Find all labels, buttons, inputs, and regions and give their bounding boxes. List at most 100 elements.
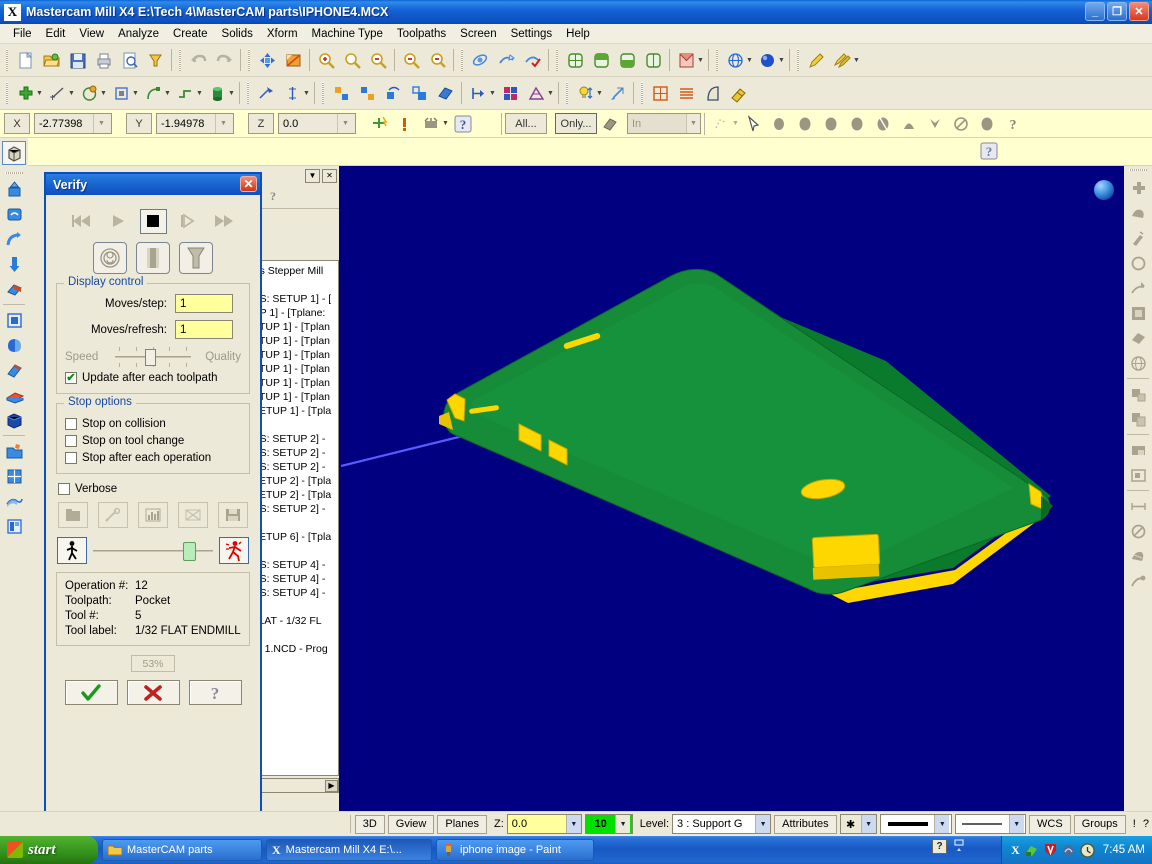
toolbar-grip[interactable] — [177, 49, 183, 71]
line-style-combo[interactable]: ▼ — [954, 814, 1027, 834]
toolbar-grip[interactable] — [554, 49, 560, 71]
x-coordinate-field[interactable]: ▼ — [34, 113, 112, 134]
tree-item[interactable]: CS: SETUP 2] - — [252, 432, 338, 446]
create-line-icon[interactable] — [44, 80, 70, 106]
tree-item[interactable] — [252, 544, 338, 558]
gview-button[interactable]: Gview — [387, 814, 435, 834]
toolbar-grip[interactable] — [4, 82, 10, 104]
rewind-icon[interactable] — [68, 209, 96, 233]
chevron-down-icon[interactable]: ▼ — [215, 114, 231, 133]
tree-item[interactable]: ETUP 1] - [Tplan — [252, 376, 338, 390]
tree-item[interactable] — [252, 278, 338, 292]
menu-help[interactable]: Help — [559, 26, 597, 42]
toolbar-grip[interactable] — [320, 82, 326, 104]
speed-quality-slider[interactable] — [115, 346, 191, 368]
select-vector-icon[interactable] — [922, 111, 948, 137]
toolpath-surface-icon[interactable] — [1126, 301, 1150, 325]
taskbar-item-mastercam-mill[interactable]: X Mastercam Mill X4 E:\... — [266, 839, 432, 861]
save-stock-icon[interactable] — [218, 502, 248, 528]
dynamic-rotate-icon[interactable] — [467, 47, 493, 73]
create-arc-icon[interactable] — [76, 80, 102, 106]
tree-item[interactable]: ETUP 1] - [Tplan — [252, 348, 338, 362]
taskbar-item-mastercam-parts[interactable]: MasterCAM parts — [102, 839, 262, 861]
color-combo[interactable]: 10 ▼ — [585, 814, 633, 834]
x-coordinate-input[interactable] — [35, 115, 93, 132]
toolbar-grip[interactable] — [245, 82, 251, 104]
toolbar-grip[interactable] — [564, 82, 570, 104]
undo-icon[interactable] — [185, 47, 211, 73]
wireframe-icon[interactable] — [722, 47, 748, 73]
tree-item[interactable]: FLAT - 1/32 FL — [252, 614, 338, 628]
tree-item[interactable]: CS: SETUP 2] - — [252, 460, 338, 474]
selection-scope-field[interactable]: ▼ — [627, 113, 701, 134]
toolpath-stock-icon[interactable] — [1126, 438, 1150, 462]
create-point-icon[interactable] — [12, 80, 38, 106]
maximize-button[interactable]: ❐ — [1107, 2, 1127, 21]
tree-item[interactable]: CS: SETUP 4] - — [252, 558, 338, 572]
xform-scale-icon[interactable] — [406, 80, 432, 106]
toolbar-grip[interactable] — [4, 49, 10, 71]
gview-face-icon[interactable] — [673, 47, 699, 73]
toolbar-grip[interactable] — [1129, 168, 1147, 173]
zoom-half-icon[interactable] — [424, 47, 450, 73]
chevron-down-icon[interactable]: ▼ — [755, 815, 771, 833]
pencils-icon[interactable] — [829, 47, 855, 73]
select-body-icon[interactable] — [818, 111, 844, 137]
curve-icon[interactable] — [699, 80, 725, 106]
sweep-icon[interactable] — [2, 227, 26, 251]
toolpath-tree[interactable]: xis Stepper Mill CS: SETUP 1] - [ UP 1] … — [249, 260, 339, 776]
menu-xform[interactable]: Xform — [260, 26, 305, 42]
menu-file[interactable]: File — [6, 26, 39, 42]
moves-refresh-input[interactable] — [175, 320, 233, 339]
network-icon[interactable] — [1062, 844, 1075, 857]
close-button[interactable]: ✕ — [1129, 2, 1149, 21]
tool-mode-icon[interactable] — [93, 242, 127, 274]
walk-icon[interactable] — [57, 537, 87, 564]
warning-icon[interactable] — [392, 111, 418, 137]
statusbar-restore-icon[interactable] — [953, 839, 966, 854]
alert-indicator[interactable]: ! — [1133, 818, 1136, 830]
configure-icon[interactable] — [58, 502, 88, 528]
tree-item[interactable]: SETUP 6] - [Tpla — [252, 530, 338, 544]
tree-item[interactable]: SETUP 2] - [Tpla — [252, 488, 338, 502]
select-mask-icon[interactable] — [597, 111, 623, 137]
xform-rotate-icon[interactable] — [380, 80, 406, 106]
stop-on-collision-checkbox[interactable] — [65, 418, 77, 430]
tree-item[interactable]: IP 1.NCD - Prog — [252, 642, 338, 656]
solid-draft-icon[interactable] — [2, 358, 26, 382]
solid-view-icon[interactable] — [2, 141, 26, 165]
solid-pattern-icon[interactable] — [2, 464, 26, 488]
toolbar-grip[interactable] — [639, 82, 645, 104]
create-spline-icon[interactable] — [140, 80, 166, 106]
play-icon[interactable] — [104, 209, 132, 233]
mastercam-tray-icon[interactable]: X — [1011, 843, 1020, 858]
select-all-button[interactable]: All... — [505, 113, 547, 134]
pan-icon[interactable] — [254, 47, 280, 73]
stop-on-collision-row[interactable]: Stop on collision — [65, 418, 241, 430]
panel-close-button[interactable]: ✕ — [322, 168, 337, 183]
toolpath-measure-icon[interactable] — [1126, 494, 1150, 518]
select-none-icon[interactable] — [948, 111, 974, 137]
tree-item[interactable]: ETUP 1] - [Tplan — [252, 320, 338, 334]
stop-icon[interactable] — [139, 208, 167, 234]
toolpath-pocket-icon[interactable] — [1126, 251, 1150, 275]
menu-view[interactable]: View — [72, 26, 111, 42]
toolpath-backplot-icon[interactable] — [1126, 569, 1150, 593]
menu-edit[interactable]: Edit — [39, 26, 73, 42]
menu-screen[interactable]: Screen — [453, 26, 503, 42]
grid-icon[interactable] — [647, 80, 673, 106]
menu-machine-type[interactable]: Machine Type — [305, 26, 390, 42]
select-shape-icon[interactable] — [974, 111, 1000, 137]
print-preview-icon[interactable] — [116, 47, 142, 73]
solid-fillet-icon[interactable] — [2, 277, 26, 301]
chevron-down-icon[interactable]: ▼ — [1008, 815, 1024, 833]
tree-item[interactable]: CS: SETUP 4] - — [252, 586, 338, 600]
toolbar-grip[interactable] — [459, 49, 465, 71]
rotate-check-icon[interactable] — [519, 47, 545, 73]
chevron-down-icon[interactable]: ▼ — [934, 815, 950, 833]
help-button[interactable]: ? — [188, 680, 242, 705]
y-axis-button[interactable]: Y — [126, 113, 152, 134]
stop-after-each-operation-row[interactable]: Stop after each operation — [65, 452, 241, 464]
update-toolpath-row[interactable]: ✔ Update after each toolpath — [65, 372, 241, 384]
select-partial-icon[interactable] — [870, 111, 896, 137]
